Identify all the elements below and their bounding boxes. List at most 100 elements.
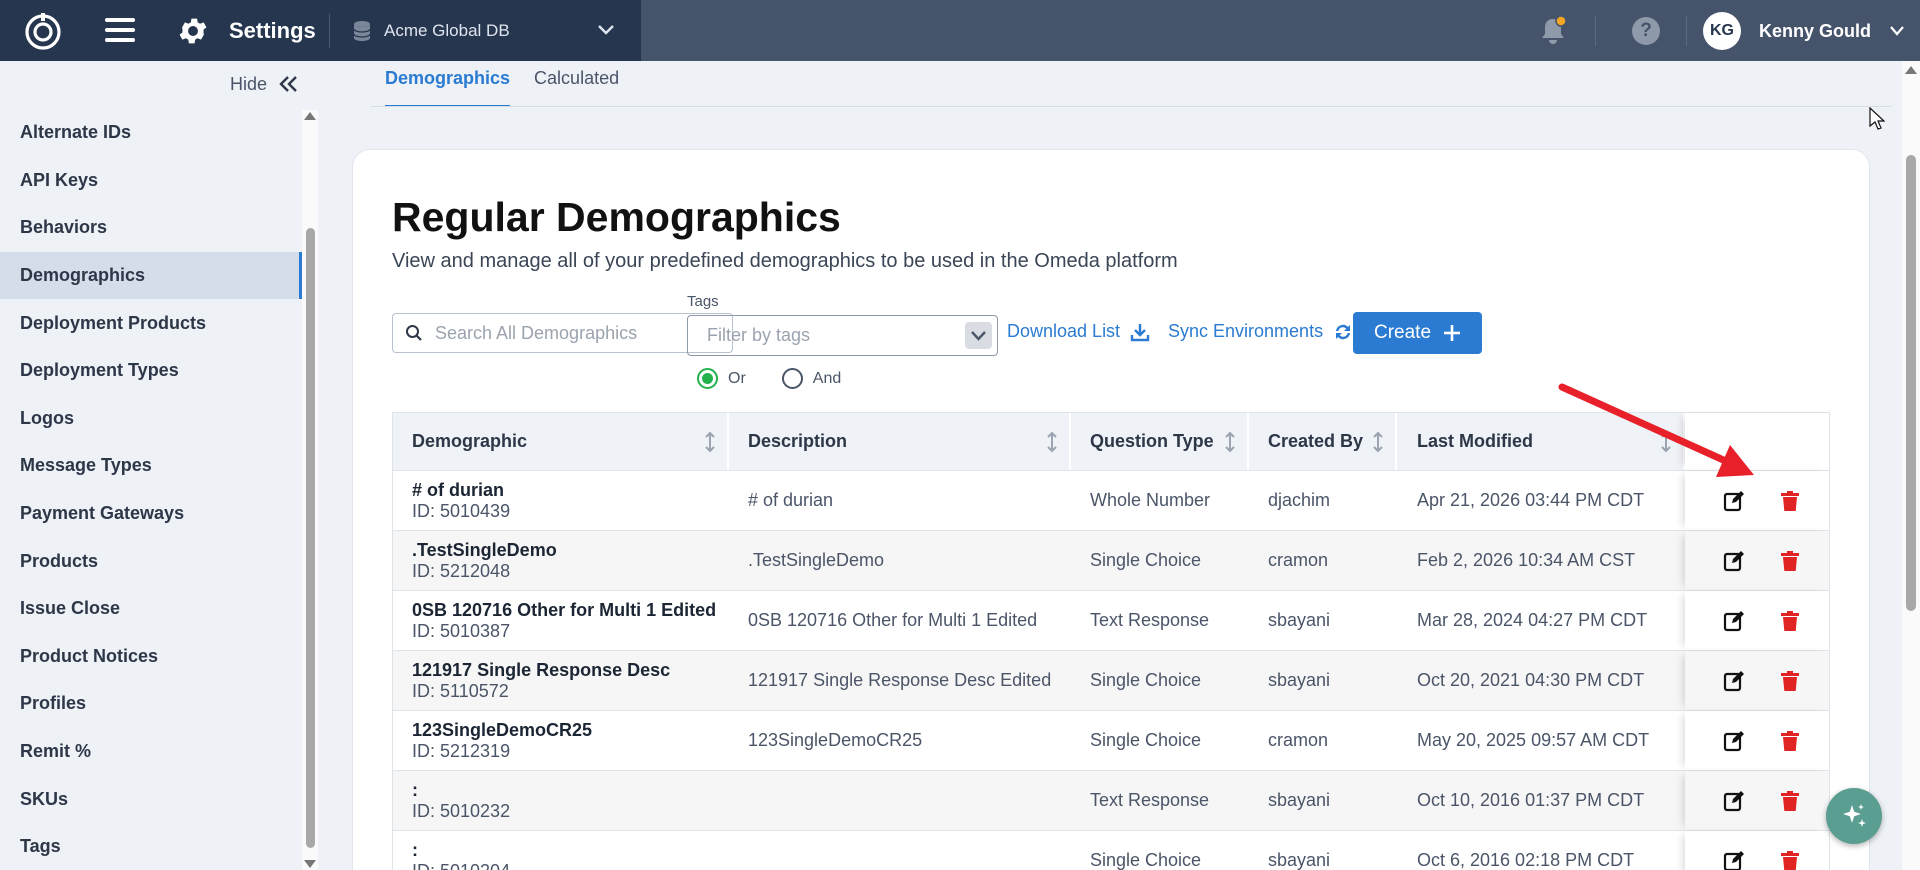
ai-assistant-button[interactable] bbox=[1826, 788, 1882, 844]
sort-icon[interactable] bbox=[1045, 431, 1059, 453]
sidebar-item-deployment-products[interactable]: Deployment Products bbox=[0, 299, 302, 347]
column-header-question-type[interactable]: Question Type bbox=[1071, 413, 1249, 470]
delete-icon[interactable] bbox=[1779, 850, 1801, 870]
sidebar-item-api-keys[interactable]: API Keys bbox=[0, 157, 302, 205]
table-row[interactable]: 121917 Single Response Desc ID: 5110572 1… bbox=[392, 651, 1830, 711]
scroll-up-icon[interactable] bbox=[304, 112, 316, 120]
sidebar-item-alternate-ids[interactable]: Alternate IDs bbox=[0, 109, 302, 157]
sidebar-item-behaviors[interactable]: Behaviors bbox=[0, 204, 302, 252]
hamburger-menu-icon[interactable] bbox=[105, 16, 135, 44]
or-radio[interactable] bbox=[697, 368, 718, 389]
tags-filter-select[interactable]: Filter by tags bbox=[687, 315, 998, 356]
edit-icon[interactable] bbox=[1723, 790, 1745, 812]
column-header-created-by[interactable]: Created By bbox=[1249, 413, 1397, 470]
search-box[interactable] bbox=[392, 313, 733, 353]
app-logo-icon[interactable] bbox=[23, 11, 63, 51]
notification-bell-icon[interactable] bbox=[1538, 15, 1568, 47]
create-button[interactable]: Create bbox=[1353, 312, 1482, 354]
demographic-name[interactable]: 121917 Single Response Desc bbox=[412, 660, 729, 681]
sidebar-scrollbar[interactable] bbox=[302, 110, 318, 870]
avatar[interactable]: KG bbox=[1703, 12, 1741, 50]
sort-icon[interactable] bbox=[1223, 431, 1237, 453]
sidebar-item-label: Profiles bbox=[20, 693, 87, 714]
scrollbar-thumb[interactable] bbox=[306, 228, 315, 848]
download-list-button[interactable]: Download List bbox=[1007, 321, 1150, 342]
last-modified-cell: Feb 2, 2026 10:34 AM CST bbox=[1417, 550, 1636, 570]
hide-sidebar-button[interactable]: Hide bbox=[230, 73, 299, 95]
scroll-down-icon[interactable] bbox=[304, 860, 316, 868]
demographic-id: ID: 5010232 bbox=[412, 800, 511, 821]
table-row[interactable]: :ID: 5010204 Single Choice sbayani Oct 6… bbox=[392, 831, 1830, 870]
demographic-name[interactable]: : bbox=[412, 840, 729, 861]
table-row[interactable]: .TestSingleDemo ID: 5212048 .TestSingleDe… bbox=[392, 531, 1830, 591]
demographic-name[interactable]: .TestSingleDemo bbox=[412, 540, 729, 561]
edit-icon[interactable] bbox=[1723, 730, 1745, 752]
sidebar-item-issue-close[interactable]: Issue Close bbox=[0, 585, 302, 633]
user-name[interactable]: Kenny Gould bbox=[1759, 21, 1871, 42]
last-modified-cell: Apr 21, 2026 03:44 PM CDT bbox=[1417, 490, 1645, 510]
question-type-cell: Single Choice bbox=[1090, 670, 1202, 690]
sidebar-item-payment-gateways[interactable]: Payment Gateways bbox=[0, 490, 302, 538]
column-header-demographic[interactable]: Demographic bbox=[393, 413, 729, 470]
demographic-name[interactable]: : bbox=[412, 780, 729, 801]
delete-icon[interactable] bbox=[1779, 790, 1801, 812]
row-actions bbox=[1685, 771, 1829, 830]
chevron-down-icon[interactable] bbox=[1888, 24, 1906, 38]
sidebar-item-label: Behaviors bbox=[20, 217, 108, 238]
divider bbox=[1595, 16, 1596, 46]
table-row[interactable]: 123SingleDemoCR25 ID: 5212319 123SingleDe… bbox=[392, 711, 1830, 771]
sidebar-item-message-types[interactable]: Message Types bbox=[0, 442, 302, 490]
sort-icon[interactable] bbox=[1371, 431, 1385, 453]
last-modified-cell: Oct 10, 2016 01:37 PM CDT bbox=[1417, 790, 1645, 810]
scroll-up-icon[interactable] bbox=[1905, 66, 1917, 74]
delete-icon[interactable] bbox=[1779, 610, 1801, 632]
tags-dropdown-toggle[interactable] bbox=[965, 322, 992, 349]
search-input[interactable] bbox=[435, 322, 715, 344]
column-header-description[interactable]: Description bbox=[729, 413, 1071, 470]
sidebar-item-remit[interactable]: Remit % bbox=[0, 728, 302, 776]
edit-icon[interactable] bbox=[1723, 670, 1745, 692]
sidebar-item-label: Remit % bbox=[20, 741, 92, 762]
sidebar-item-profiles[interactable]: Profiles bbox=[0, 680, 302, 728]
tab-calculated[interactable]: Calculated bbox=[534, 61, 619, 107]
sidebar-item-logos[interactable]: Logos bbox=[0, 395, 302, 443]
sidebar-item-deployment-types[interactable]: Deployment Types bbox=[0, 347, 302, 395]
edit-icon[interactable] bbox=[1723, 610, 1745, 632]
created-by-cell: cramon bbox=[1268, 550, 1329, 570]
edit-icon[interactable] bbox=[1723, 850, 1745, 870]
table-row[interactable]: : ID: 5010232 Text Response sbayani Oct 1… bbox=[392, 771, 1830, 831]
sync-environments-button[interactable]: Sync Environments bbox=[1168, 321, 1353, 342]
sidebar-item-label: API Keys bbox=[20, 169, 99, 190]
sidebar-item-skus[interactable]: SKUs bbox=[0, 775, 302, 823]
row-actions bbox=[1685, 591, 1829, 650]
delete-icon[interactable] bbox=[1779, 730, 1801, 752]
demographic-name[interactable]: # of durian bbox=[412, 480, 729, 501]
demographic-id: ID: 5212048 bbox=[412, 560, 511, 581]
sidebar-item-label: Deployment Types bbox=[20, 360, 179, 381]
database-selector[interactable]: Acme Global DB bbox=[384, 21, 510, 41]
chevron-down-icon[interactable] bbox=[596, 22, 616, 38]
demographic-name[interactable]: 0SB 120716 Other for Multi 1 Edited bbox=[412, 600, 729, 621]
sidebar-item-tags[interactable]: Tags bbox=[0, 823, 302, 870]
sidebar-item-product-notices[interactable]: Product Notices bbox=[0, 633, 302, 681]
description-cell: # of durian bbox=[748, 490, 834, 510]
main-scrollbar[interactable] bbox=[1902, 61, 1920, 870]
delete-icon[interactable] bbox=[1779, 550, 1801, 572]
delete-icon[interactable] bbox=[1779, 670, 1801, 692]
sidebar-item-demographics[interactable]: Demographics bbox=[0, 251, 302, 300]
and-radio[interactable] bbox=[781, 368, 803, 389]
tab-demographics[interactable]: Demographics bbox=[385, 61, 511, 107]
tags-label: Tags bbox=[687, 293, 719, 310]
demographic-name[interactable]: 123SingleDemoCR25 bbox=[412, 720, 729, 741]
scrollbar-thumb[interactable] bbox=[1906, 155, 1916, 611]
page-subtitle: View and manage all of your predefined d… bbox=[392, 250, 1178, 272]
delete-icon[interactable] bbox=[1779, 490, 1801, 512]
table-row[interactable]: # of durian ID: 5010439 # of durian Whole… bbox=[392, 471, 1830, 531]
edit-icon[interactable] bbox=[1723, 550, 1745, 572]
sidebar-item-products[interactable]: Products bbox=[0, 537, 302, 585]
help-icon[interactable]: ? bbox=[1632, 17, 1660, 45]
edit-icon[interactable] bbox=[1723, 490, 1745, 512]
sort-icon[interactable] bbox=[703, 431, 717, 453]
sparkle-icon bbox=[1843, 804, 1866, 827]
table-row[interactable]: 0SB 120716 Other for Multi 1 Edited ID: 5… bbox=[392, 591, 1830, 651]
